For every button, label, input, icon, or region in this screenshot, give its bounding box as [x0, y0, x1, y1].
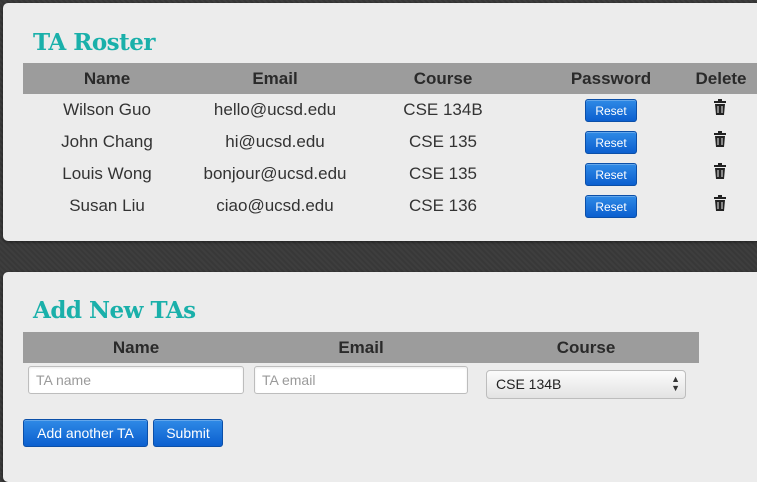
trash-icon[interactable] — [713, 195, 727, 211]
reset-password-button[interactable]: Reset — [585, 131, 637, 154]
table-row: Wilson Guo hello@ucsd.edu CSE 134B Reset — [23, 94, 757, 126]
table-row: Susan Liu ciao@ucsd.edu CSE 136 Reset — [23, 190, 757, 222]
ta-name-input[interactable] — [28, 366, 244, 394]
ta-course: CSE 135 — [408, 132, 478, 151]
ta-course: CSE 135 — [408, 164, 478, 183]
roster-title: TA Roster — [33, 29, 156, 56]
add-table-header: Name Email Course — [23, 332, 699, 363]
ta-email: hi@ucsd.edu — [225, 132, 325, 151]
trash-icon[interactable] — [713, 163, 727, 179]
trash-icon[interactable] — [713, 99, 727, 115]
ta-name: Wilson Guo — [63, 100, 151, 119]
ta-course: CSE 134B — [403, 100, 483, 119]
add-another-ta-button[interactable]: Add another TA — [23, 419, 148, 447]
header-name: Name — [83, 69, 131, 88]
ta-course: CSE 136 — [408, 196, 478, 215]
table-row: John Chang hi@ucsd.edu CSE 135 Reset — [23, 126, 757, 158]
select-arrows-icon: ▲ ▼ — [671, 374, 680, 393]
ta-name: Louis Wong — [62, 164, 152, 183]
reset-password-button[interactable]: Reset — [585, 163, 637, 186]
header-email: Email — [252, 69, 298, 88]
header-name: Name — [112, 338, 160, 357]
header-delete: Delete — [695, 69, 747, 88]
trash-icon[interactable] — [713, 131, 727, 147]
ta-name: Susan Liu — [69, 196, 145, 215]
ta-name: John Chang — [61, 132, 153, 151]
ta-email: hello@ucsd.edu — [213, 100, 337, 119]
ta-roster-panel: TA Roster Name Email Course Password Del… — [3, 3, 757, 241]
course-select-value: CSE 134B — [496, 376, 562, 392]
add-title: Add New TAs — [33, 297, 196, 324]
ta-email: ciao@ucsd.edu — [216, 196, 334, 215]
roster-table-header: Name Email Course Password Delete — [23, 63, 757, 94]
reset-password-button[interactable]: Reset — [585, 99, 637, 122]
ta-email-input[interactable] — [254, 366, 468, 394]
add-ta-panel: Add New TAs Name Email Course CSE 134B ▲… — [3, 272, 757, 482]
header-email: Email — [338, 338, 384, 357]
ta-email: bonjour@ucsd.edu — [203, 164, 347, 183]
header-course: Course — [413, 69, 473, 88]
header-course: Course — [556, 338, 616, 357]
header-password: Password — [570, 69, 652, 88]
course-select[interactable]: CSE 134B ▲ ▼ — [486, 370, 686, 399]
table-row: Louis Wong bonjour@ucsd.edu CSE 135 Rese… — [23, 158, 757, 190]
submit-button[interactable]: Submit — [153, 419, 223, 447]
reset-password-button[interactable]: Reset — [585, 195, 637, 218]
